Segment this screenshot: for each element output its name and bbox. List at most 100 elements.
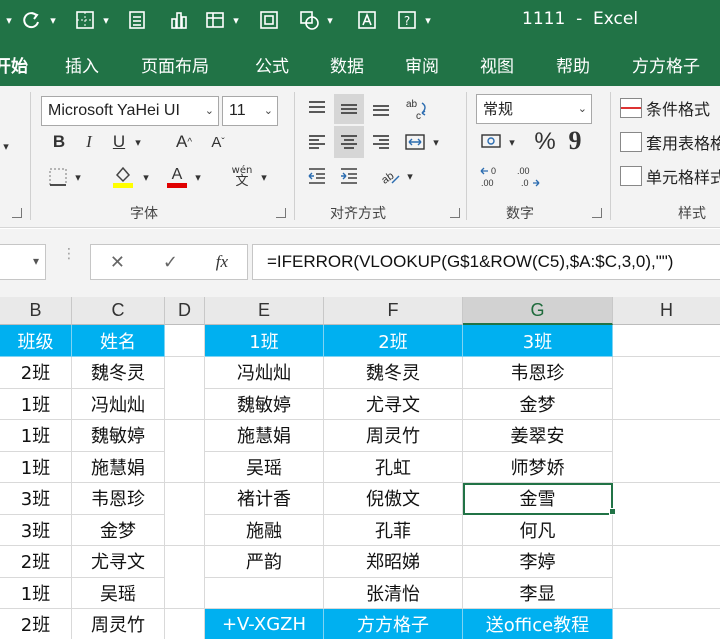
merge-dropdown-icon[interactable]: ▾ bbox=[430, 130, 442, 154]
tab-insert[interactable]: 插入 bbox=[65, 52, 99, 77]
cell[interactable]: 1班 bbox=[0, 451, 72, 483]
cell[interactable] bbox=[613, 514, 720, 546]
cell[interactable]: 李显 bbox=[463, 577, 613, 609]
column-header-c[interactable]: C bbox=[72, 297, 165, 325]
bold-button[interactable]: B bbox=[48, 128, 70, 156]
cell[interactable] bbox=[165, 545, 205, 578]
align-middle-icon[interactable] bbox=[334, 94, 364, 124]
redo-icon[interactable] bbox=[18, 6, 44, 34]
cell[interactable]: 金梦 bbox=[463, 388, 613, 420]
column-header-g[interactable]: G bbox=[463, 297, 613, 325]
cell[interactable]: 方方格子 bbox=[324, 608, 463, 639]
cell[interactable] bbox=[613, 356, 720, 389]
cell[interactable]: 2班 bbox=[0, 545, 72, 578]
form-icon[interactable] bbox=[124, 6, 150, 34]
cell[interactable]: 施慧娟 bbox=[72, 451, 165, 483]
tab-help[interactable]: 帮助 bbox=[556, 52, 590, 77]
cell[interactable] bbox=[205, 577, 324, 609]
cell[interactable]: 1班 bbox=[0, 577, 72, 609]
cell[interactable] bbox=[165, 356, 205, 389]
cell[interactable]: 吴瑶 bbox=[205, 451, 324, 483]
screenshot-icon[interactable] bbox=[256, 6, 282, 34]
align-top-icon[interactable] bbox=[304, 94, 330, 122]
grow-font-button[interactable]: A ^ bbox=[172, 128, 196, 156]
paste-dropdown-icon[interactable]: ▾ bbox=[0, 134, 12, 158]
enter-icon[interactable]: ✓ bbox=[163, 252, 178, 273]
font-size-field[interactable]: 11 ⌄ bbox=[222, 96, 278, 126]
font-color-icon[interactable]: A bbox=[164, 162, 190, 190]
align-right-icon[interactable] bbox=[368, 128, 394, 156]
cell[interactable]: 褚计香 bbox=[205, 482, 324, 515]
accounting-format-icon[interactable] bbox=[478, 128, 506, 156]
cell[interactable]: 孔虹 bbox=[324, 451, 463, 483]
cell[interactable]: 冯灿灿 bbox=[72, 388, 165, 420]
customize-toolbar-icon[interactable]: ▾ bbox=[422, 6, 434, 34]
cell[interactable]: 师梦娇 bbox=[463, 451, 613, 483]
cell[interactable]: 吴瑶 bbox=[72, 577, 165, 609]
cell[interactable]: 姓名 bbox=[72, 325, 165, 357]
cell[interactable]: 韦恩珍 bbox=[72, 482, 165, 515]
border-dropdown-icon[interactable]: ▾ bbox=[72, 164, 84, 190]
underline-button[interactable]: U bbox=[108, 128, 130, 156]
phonetic-dropdown-icon[interactable]: ▾ bbox=[258, 164, 270, 190]
cell[interactable]: 倪傲文 bbox=[324, 482, 463, 515]
cell[interactable] bbox=[165, 419, 205, 452]
conditional-formatting-button[interactable]: 条件格式 bbox=[620, 96, 710, 120]
cell[interactable]: 施慧娟 bbox=[205, 419, 324, 452]
fill-handle[interactable] bbox=[609, 508, 616, 515]
redo-dropdown-icon[interactable]: ▾ bbox=[46, 6, 60, 34]
column-header-d[interactable]: D bbox=[165, 297, 205, 325]
align-bottom-icon[interactable] bbox=[368, 94, 394, 122]
clipboard-launcher-icon[interactable] bbox=[12, 208, 22, 218]
cell[interactable] bbox=[613, 451, 720, 483]
decrease-decimal-icon[interactable]: .00.0 bbox=[512, 162, 542, 192]
shapes-icon[interactable] bbox=[296, 6, 322, 34]
italic-button[interactable]: I bbox=[80, 128, 98, 156]
increase-indent-icon[interactable] bbox=[336, 162, 362, 190]
cell[interactable]: 魏敏婷 bbox=[205, 388, 324, 420]
column-header-h[interactable]: H bbox=[613, 297, 720, 325]
alignment-launcher-icon[interactable] bbox=[450, 208, 460, 218]
cell[interactable]: 1班 bbox=[0, 388, 72, 420]
cell[interactable]: 2班 bbox=[324, 325, 463, 357]
decrease-indent-icon[interactable] bbox=[304, 162, 330, 190]
tab-formulas[interactable]: 公式 bbox=[255, 52, 289, 77]
format-as-table-button[interactable]: 套用表格格式 bbox=[620, 130, 720, 154]
cell[interactable]: +V-XGZH bbox=[205, 608, 324, 639]
column-header-e[interactable]: E bbox=[205, 297, 324, 325]
borders-icon[interactable] bbox=[72, 6, 98, 34]
font-name-field[interactable]: Microsoft YaHei UI ⌄ bbox=[41, 96, 219, 126]
fill-color-dropdown-icon[interactable]: ▾ bbox=[140, 164, 152, 190]
drag-handle-icon[interactable]: ⋮ bbox=[62, 247, 76, 261]
comma-style-button[interactable]: 9 bbox=[564, 126, 586, 156]
table-icon[interactable] bbox=[202, 6, 228, 34]
cell[interactable] bbox=[613, 608, 720, 639]
formula-input[interactable]: =IFERROR(VLOOKUP(G$1&ROW(C5),$A:$C,3,0),… bbox=[252, 244, 720, 280]
cell[interactable]: 1班 bbox=[205, 325, 324, 357]
name-box[interactable]: ▾ bbox=[0, 244, 46, 280]
textbox-icon[interactable] bbox=[354, 6, 380, 34]
cell[interactable] bbox=[613, 388, 720, 420]
cell[interactable]: 3班 bbox=[463, 325, 613, 357]
tab-home[interactable]: 开始 bbox=[0, 52, 28, 77]
cell[interactable]: 施融 bbox=[205, 514, 324, 546]
shapes-dropdown-icon[interactable]: ▾ bbox=[324, 6, 336, 34]
cell[interactable] bbox=[613, 482, 720, 515]
cell[interactable]: 李婷 bbox=[463, 545, 613, 578]
selected-cell[interactable]: 金雪 bbox=[463, 482, 613, 515]
cell[interactable] bbox=[165, 577, 205, 609]
cell[interactable]: 尤寻文 bbox=[324, 388, 463, 420]
align-left-icon[interactable] bbox=[304, 128, 330, 156]
align-center-icon[interactable] bbox=[334, 126, 364, 158]
cell[interactable]: 周灵竹 bbox=[72, 608, 165, 639]
cell[interactable]: 魏冬灵 bbox=[324, 356, 463, 389]
column-header-f[interactable]: F bbox=[324, 297, 463, 325]
column-header-b[interactable]: B bbox=[0, 297, 72, 325]
cell[interactable] bbox=[165, 388, 205, 420]
cell[interactable] bbox=[613, 545, 720, 578]
cell[interactable]: 冯灿灿 bbox=[205, 356, 324, 389]
cell[interactable]: 郑昭娣 bbox=[324, 545, 463, 578]
cell[interactable]: 金梦 bbox=[72, 514, 165, 546]
font-color-dropdown-icon[interactable]: ▾ bbox=[192, 164, 204, 190]
percent-button[interactable]: % bbox=[532, 128, 558, 156]
